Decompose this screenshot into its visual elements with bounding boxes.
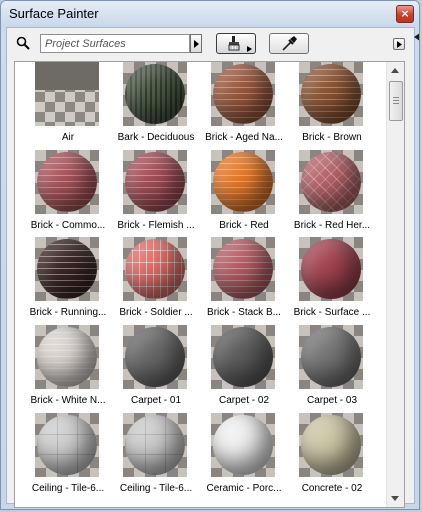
surface-tile[interactable]: Brick - Flemish ...: [103, 150, 195, 236]
window-title: Surface Painter: [9, 6, 99, 21]
surface-preview: [35, 413, 99, 477]
surface-label: Brick - Surface ...: [293, 307, 371, 318]
surface-painter-window: Surface Painter × Project Surfaces Air B…: [0, 0, 420, 510]
search-icon: [16, 36, 30, 50]
material-sphere: [213, 64, 273, 124]
surface-preview: [299, 237, 363, 301]
material-sphere: [125, 64, 185, 124]
eyedropper-icon: [282, 36, 297, 51]
surface-tile[interactable]: Brick - Surface ...: [279, 237, 370, 323]
material-sphere: [125, 152, 185, 212]
surface-tile[interactable]: Air: [15, 62, 103, 148]
title-bar[interactable]: Surface Painter ×: [1, 1, 419, 27]
surface-label: Brick - Red Her...: [293, 220, 371, 231]
surface-preview: [123, 62, 187, 126]
scroll-up-button[interactable]: [387, 62, 404, 79]
surface-label: Concrete - 02: [301, 483, 363, 494]
surface-painter-panel: AirBark - DeciduousBrick - Aged Na...Bri…: [6, 27, 415, 508]
toolbar: [7, 28, 414, 60]
surface-tile[interactable]: Ceiling - Tile-6...: [15, 413, 104, 499]
material-sphere: [37, 152, 97, 212]
vertical-scrollbar[interactable]: [386, 62, 404, 507]
scrollbar-thumb[interactable]: [389, 81, 403, 121]
panel-edge-arrow-icon: [414, 33, 419, 41]
surface-tile[interactable]: Carpet - 03: [279, 325, 367, 411]
surface-tile[interactable]: Brick - Red Her...: [279, 150, 370, 236]
surface-preview: [299, 150, 363, 214]
surface-tile[interactable]: Brick - Stack B...: [191, 237, 281, 323]
surface-tile[interactable]: Brick - Soldier ...: [103, 237, 193, 323]
scroll-down-button[interactable]: [387, 490, 404, 507]
surface-tile[interactable]: Ceiling - Tile-6...: [103, 413, 192, 499]
surface-preview: [35, 150, 99, 214]
surface-preview: [35, 237, 99, 301]
panel-menu-button[interactable]: [393, 38, 405, 50]
search-dropdown-button[interactable]: [190, 34, 202, 53]
surface-tile[interactable]: Ceramic - Porc...: [191, 413, 282, 499]
surface-tile[interactable]: Brick - Commo...: [15, 150, 105, 236]
surface-preview: [35, 62, 99, 126]
paintbrush-icon: [228, 36, 252, 52]
search-field[interactable]: [40, 34, 190, 53]
chevron-down-icon: [391, 496, 399, 501]
search-input[interactable]: [41, 35, 189, 53]
eyedropper-button[interactable]: [269, 33, 309, 54]
material-sphere: [125, 327, 185, 387]
surface-tile[interactable]: Brick - Running...: [15, 237, 106, 323]
triangle-right-icon: [397, 41, 402, 48]
triangle-right-icon: [194, 40, 199, 48]
material-sphere: [37, 327, 97, 387]
surface-preview: [123, 413, 187, 477]
surface-preview: [123, 150, 187, 214]
surface-preview: [211, 237, 275, 301]
material-sphere: [213, 239, 273, 299]
material-sphere: [301, 327, 361, 387]
material-sphere: [213, 152, 273, 212]
surface-preview: [123, 325, 187, 389]
surface-preview: [35, 325, 99, 389]
close-button[interactable]: ×: [396, 5, 414, 23]
surface-tile[interactable]: Brick - Aged Na...: [191, 62, 283, 148]
surface-preview: [211, 62, 275, 126]
surface-tile[interactable]: Concrete - 02: [279, 413, 367, 499]
surface-preview: [299, 62, 363, 126]
material-sphere: [301, 239, 361, 299]
material-sphere: [37, 415, 97, 475]
surface-label: Brick - Brown: [302, 132, 362, 143]
surface-tile[interactable]: Bark - Deciduous: [103, 62, 194, 148]
surface-tile[interactable]: Carpet - 01: [103, 325, 191, 411]
surface-tile[interactable]: Brick - Brown: [279, 62, 367, 148]
paint-surface-button[interactable]: [216, 33, 256, 54]
surface-preview: [211, 150, 275, 214]
material-sphere: [301, 415, 361, 475]
surface-tile[interactable]: Carpet - 02: [191, 325, 279, 411]
material-sphere: [125, 239, 185, 299]
chevron-up-icon: [391, 68, 399, 73]
material-sphere: [213, 327, 273, 387]
material-sphere: [37, 239, 97, 299]
surface-preview: [211, 325, 275, 389]
surface-preview: [299, 325, 363, 389]
material-sphere: [301, 64, 361, 124]
material-sphere: [301, 152, 361, 212]
surface-preview: [211, 413, 275, 477]
surface-thumbnail-grid: Air Bark - Deciduous Brick - Aged Na... Bri…: [14, 61, 405, 508]
material-sphere: [125, 415, 185, 475]
surface-preview: [299, 413, 363, 477]
surface-tile[interactable]: Brick - Red: [191, 150, 279, 236]
surface-preview: [123, 237, 187, 301]
surface-label: Carpet - 03: [306, 395, 358, 406]
material-sphere: [213, 415, 273, 475]
surface-tile[interactable]: Brick - White N...: [15, 325, 106, 411]
